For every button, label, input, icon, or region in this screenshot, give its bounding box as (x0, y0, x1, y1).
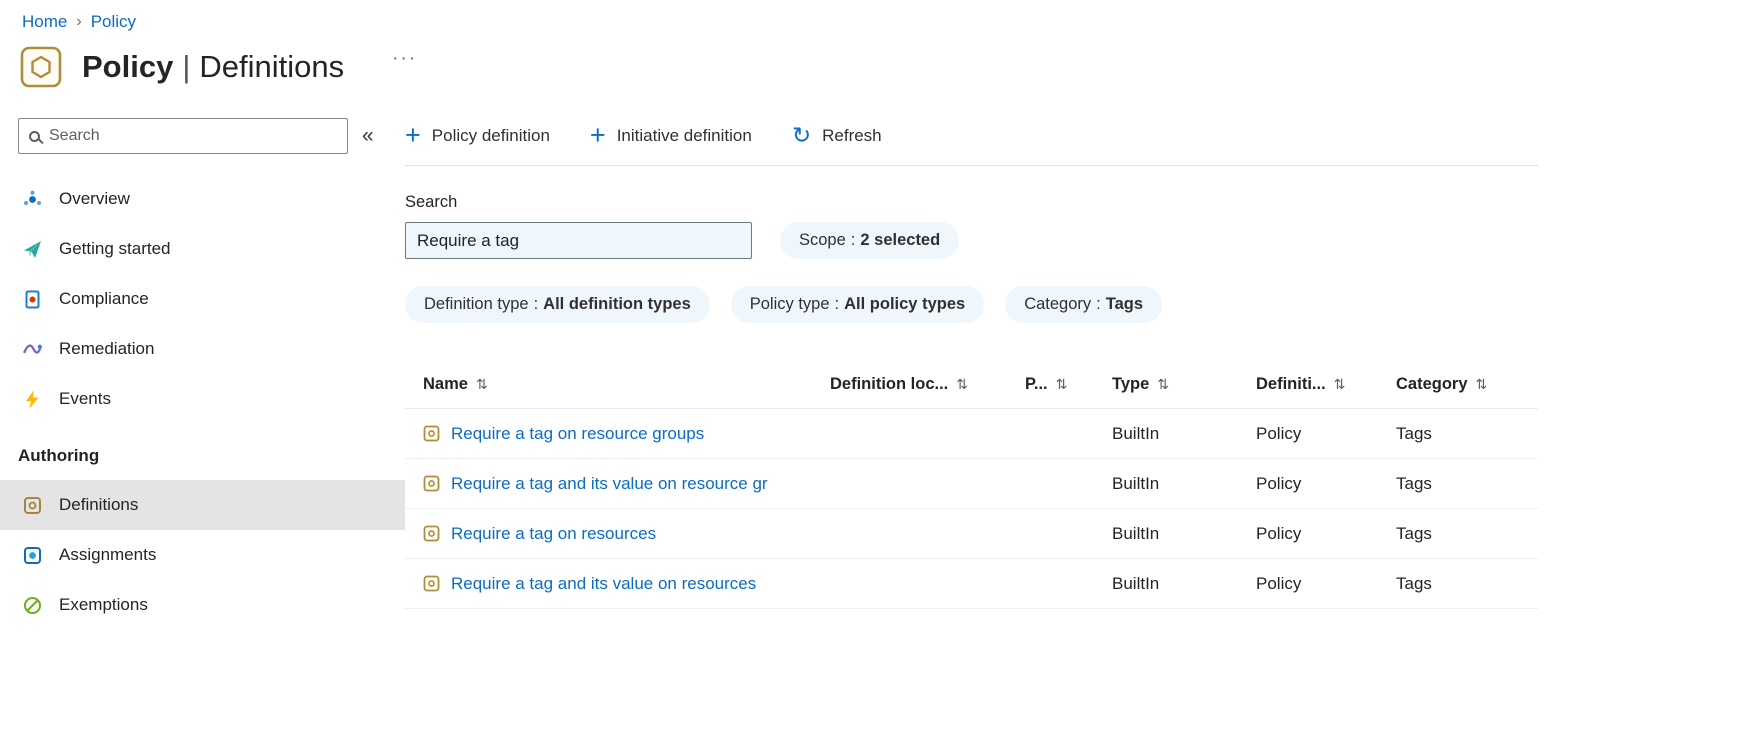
getting-started-icon (22, 240, 42, 259)
sort-icon: ⇅ (475, 376, 488, 392)
definition-link[interactable]: Require a tag on resources (451, 524, 656, 544)
definition-type-cell: Policy (1256, 473, 1302, 493)
page-header: Policy | Definitions ··· (0, 32, 1742, 88)
policy-definition-button[interactable]: + Policy definition (405, 119, 550, 150)
sidebar-nav: Overview Getting started Compliance Reme… (0, 174, 405, 424)
filter-pill-policy-type[interactable]: Policy type : All policy types (730, 286, 985, 323)
sidebar-item-remediation[interactable]: Remediation (0, 324, 405, 374)
sidebar-item-overview[interactable]: Overview (0, 174, 405, 224)
collapse-sidebar-button[interactable]: « (348, 124, 374, 148)
category-cell: Tags (1396, 523, 1432, 543)
type-cell: BuiltIn (1112, 523, 1160, 543)
filter-pill-scope[interactable]: Scope : 2 selected (780, 222, 960, 259)
policy-definition-icon (423, 575, 440, 592)
breadcrumb-home-link[interactable]: Home (22, 12, 67, 32)
definition-type-cell: Policy (1256, 573, 1302, 593)
sidebar-item-compliance[interactable]: Compliance (0, 274, 405, 324)
policy-definition-icon (423, 525, 440, 542)
definitions-icon (22, 496, 42, 515)
exemptions-icon (22, 596, 42, 615)
definition-type-cell: Policy (1256, 523, 1302, 543)
breadcrumb: Home › Policy (0, 0, 1742, 32)
category-cell: Tags (1396, 423, 1432, 443)
sort-icon: ⇅ (1157, 376, 1170, 392)
sidebar-item-definitions[interactable]: Definitions (0, 480, 405, 530)
definitions-pane: + Policy definition + Initiative definit… (405, 118, 1538, 630)
column-header-name[interactable]: Name ⇅ (405, 375, 830, 394)
initiative-definition-button[interactable]: + Initiative definition (589, 119, 752, 150)
compliance-icon (22, 290, 42, 309)
more-options-button[interactable]: ··· (392, 48, 417, 70)
refresh-icon: ↻ (791, 122, 812, 148)
sidebar-search-input[interactable] (49, 127, 337, 145)
policy-icon (20, 46, 62, 88)
authoring-section-title: Authoring (18, 446, 100, 465)
sidebar-item-getting-started[interactable]: Getting started (0, 224, 405, 274)
definition-search-input[interactable] (405, 222, 752, 259)
column-header-definition-location[interactable]: Definition loc... ⇅ (830, 375, 1025, 394)
column-header-type[interactable]: Type ⇅ (1112, 375, 1256, 394)
table-row: Require a tag and its value on resource … (405, 459, 1538, 509)
table-row: Require a tag on resources BuiltIn Polic… (405, 509, 1538, 559)
definition-link[interactable]: Require a tag on resource groups (451, 424, 704, 444)
policy-definition-icon (423, 425, 440, 442)
sidebar-search-box (18, 118, 348, 154)
sort-icon: ⇅ (1475, 376, 1488, 392)
filter-pill-definition-type[interactable]: Definition type : All definition types (405, 286, 710, 323)
column-header-category[interactable]: Category ⇅ (1396, 375, 1538, 394)
remediation-icon (22, 340, 42, 359)
refresh-button[interactable]: ↻ Refresh (791, 122, 882, 148)
category-cell: Tags (1396, 573, 1432, 593)
search-label: Search (405, 193, 458, 211)
table-header: Name ⇅ Definition loc... ⇅ P... ⇅ Type ⇅… (405, 361, 1538, 409)
policy-definition-icon (423, 475, 440, 492)
type-cell: BuiltIn (1112, 573, 1160, 593)
plus-icon: + (405, 119, 421, 150)
definition-type-cell: Policy (1256, 423, 1302, 443)
category-cell: Tags (1396, 473, 1432, 493)
definitions-table: Name ⇅ Definition loc... ⇅ P... ⇅ Type ⇅… (405, 361, 1538, 609)
sort-icon: ⇅ (1055, 376, 1068, 392)
column-header-definition-type[interactable]: Definiti... ⇅ (1256, 375, 1396, 394)
table-row: Require a tag on resource groups BuiltIn… (405, 409, 1538, 459)
table-row: Require a tag and its value on resources… (405, 559, 1538, 609)
lightning-bolt-icon (22, 390, 42, 409)
type-cell: BuiltIn (1112, 473, 1160, 493)
column-header-policies[interactable]: P... ⇅ (1025, 375, 1112, 394)
search-icon (29, 130, 40, 142)
page-title: Policy | Definitions (82, 49, 345, 84)
sidebar-item-assignments[interactable]: Assignments (0, 530, 405, 580)
sidebar-item-events[interactable]: Events (0, 374, 405, 424)
assignments-icon (22, 546, 42, 565)
plus-icon: + (589, 119, 606, 150)
type-cell: BuiltIn (1112, 423, 1160, 443)
filter-pill-category[interactable]: Category : Tags (1005, 286, 1163, 323)
sort-icon: ⇅ (956, 376, 968, 392)
definition-link[interactable]: Require a tag and its value on resources (451, 574, 756, 594)
sidebar-item-exemptions[interactable]: Exemptions (0, 580, 405, 630)
overview-icon (22, 190, 42, 209)
toolbar-divider (405, 165, 1538, 166)
command-bar: + Policy definition + Initiative definit… (405, 118, 1538, 154)
chevron-right-icon: › (76, 13, 82, 30)
definition-link[interactable]: Require a tag and its value on resource … (451, 474, 768, 494)
sort-icon: ⇅ (1333, 376, 1346, 392)
sidebar: « Overview (0, 118, 405, 630)
breadcrumb-policy-link[interactable]: Policy (91, 12, 136, 32)
